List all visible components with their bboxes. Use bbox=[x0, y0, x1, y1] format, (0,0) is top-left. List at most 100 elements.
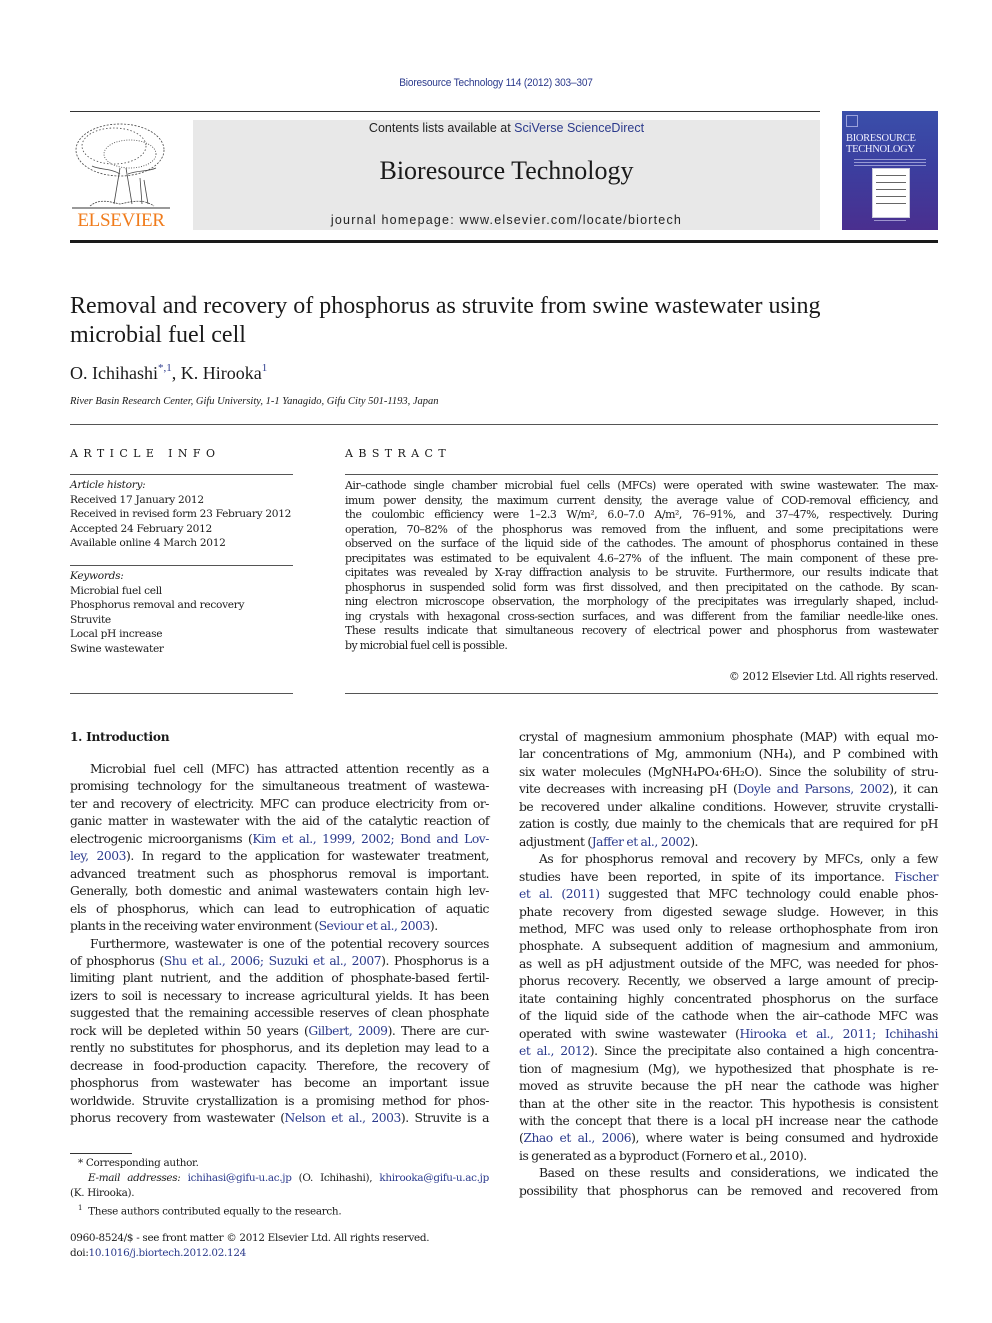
history-item: Accepted 24 February 2012 bbox=[70, 522, 212, 535]
email-addresses-line: E-mail addresses: ichihasi@gifu-u.ac.jp … bbox=[70, 1171, 489, 1186]
text-segment: studies have been reported, in spite of … bbox=[519, 869, 895, 884]
doi-line: doi:10.1016/j.biortech.2012.02.124 bbox=[70, 1246, 429, 1261]
contents-prefix: Contents lists available at bbox=[368, 121, 515, 135]
citation-link[interactable]: Fischer bbox=[894, 870, 938, 884]
abstract-line: operation, 70–82% of the phosphorus was … bbox=[345, 522, 938, 536]
keyword-item: Local pH increase bbox=[70, 628, 163, 640]
history-item: Received 17 January 2012 bbox=[70, 493, 204, 506]
text-line: limiting plant nutrient, and the additio… bbox=[70, 971, 489, 986]
cover-figure-icon bbox=[872, 168, 910, 218]
text-segment: vite decreases with increasing pH ( bbox=[519, 782, 738, 797]
text-line: zation is costly, due mainly to the chem… bbox=[519, 817, 938, 832]
keyword-item: Swine wastewater bbox=[70, 642, 164, 655]
citation-link[interactable]: Gilbert, 2009 bbox=[308, 1024, 388, 1038]
abstract-body: Air–cathode single chamber microbial fue… bbox=[345, 479, 938, 653]
text-line: izers to soil is necessary to increase a… bbox=[70, 988, 489, 1003]
running-head-citation[interactable]: Bioresource Technology 114 (2012) 303–30… bbox=[40, 77, 953, 89]
text-segment: ). In regard to the application for wast… bbox=[126, 849, 489, 864]
front-matter: 0960-8524/$ - see front matter © 2012 El… bbox=[70, 1231, 430, 1261]
text-line: (Zhao et al., 2006), where water is bein… bbox=[519, 1130, 938, 1147]
author-marks[interactable]: 1 bbox=[262, 362, 268, 374]
text-line: method, MFC was used only to release ort… bbox=[519, 921, 938, 936]
text-line: itate containing highly concentrated pho… bbox=[519, 991, 938, 1006]
cover-text-line bbox=[854, 162, 926, 163]
text-line: tion of magnesium (Mg), we hypothesized … bbox=[519, 1061, 938, 1076]
cover-publisher-badge-icon bbox=[846, 115, 858, 127]
abstract-line: ing crystals with hexagonal cross-sectio… bbox=[345, 609, 938, 623]
text-line: of the liquid side of the cathode when t… bbox=[519, 1009, 938, 1024]
text-segment: operated with swine wastewater ( bbox=[519, 1026, 740, 1041]
abstract-rule bbox=[345, 693, 938, 694]
author-separator: , bbox=[171, 363, 181, 383]
text-segment: plants in the receiving water environmen… bbox=[70, 919, 319, 934]
text-line: phosphate. A subsequent addition of magn… bbox=[519, 939, 938, 954]
article-info-heading: ARTICLE INFO bbox=[70, 447, 221, 460]
abstract-line: Air–cathode single chamber microbial fue… bbox=[345, 479, 938, 492]
citation-link[interactable]: Zhao et al., 2006 bbox=[523, 1131, 631, 1145]
article-info-rule bbox=[70, 474, 293, 475]
article-title: Removal and recovery of phosphorus as st… bbox=[70, 292, 930, 350]
equal-contribution-note: 1 These authors contributed equally to t… bbox=[70, 1201, 489, 1219]
journal-homepage[interactable]: journal homepage: www.elsevier.com/locat… bbox=[193, 213, 820, 227]
text-segment: ). bbox=[429, 919, 438, 934]
text-line: els of phosphorus, which can lead to eut… bbox=[70, 901, 489, 916]
sciencedirect-link[interactable]: SciVerse ScienceDirect bbox=[514, 121, 644, 135]
author-marks[interactable]: *,1 bbox=[158, 362, 172, 374]
cover-text-line bbox=[854, 165, 926, 166]
text-line: than at the other site in the reactor. T… bbox=[519, 1096, 938, 1111]
text-line: Based on these results and consideration… bbox=[539, 1166, 938, 1181]
keyword-item: Microbial fuel cell bbox=[70, 584, 162, 597]
author-list: O. Ichihashi*,1, K. Hirooka1 bbox=[70, 362, 267, 384]
text-line: crystal of magnesium ammonium phosphate … bbox=[519, 730, 938, 744]
email-link-ichihashi[interactable]: ichihasi@gifu-u.ac.jp bbox=[188, 1172, 292, 1184]
article-info-rule bbox=[70, 693, 293, 694]
text-line: possibility that phosphorus can be remov… bbox=[519, 1183, 938, 1198]
citation-link[interactable]: Seviour et al., 2003 bbox=[319, 919, 431, 933]
abstract-rule bbox=[345, 474, 938, 475]
abstract-line: imum power density, the maximum current … bbox=[345, 493, 938, 507]
issn-line: 0960-8524/$ - see front matter © 2012 El… bbox=[70, 1232, 430, 1244]
citation-link[interactable]: Kim et al., 1999, 2002; Bond and Lov- bbox=[252, 832, 489, 846]
citation-link[interactable]: Jaffer et al., 2002 bbox=[592, 835, 691, 849]
text-line: et al. (2011) suggested that MFC technol… bbox=[519, 886, 938, 903]
citation-link[interactable]: ley, 2003 bbox=[70, 849, 126, 863]
doi-label: doi: bbox=[70, 1246, 89, 1259]
journal-cover-thumbnail[interactable]: BIORESOURCE TECHNOLOGY bbox=[842, 111, 938, 230]
cover-title-line1: BIORESOURCE bbox=[846, 133, 916, 144]
history-item: Received in revised form 23 February 201… bbox=[70, 508, 292, 520]
citation-link[interactable]: Doyle and Parsons, 2002 bbox=[737, 782, 889, 796]
text-line: moved as struvite because the pH near th… bbox=[519, 1079, 938, 1094]
doi-link[interactable]: 10.1016/j.biortech.2012.02.124 bbox=[89, 1247, 247, 1259]
text-line: as well as pH adjustment outside of the … bbox=[519, 956, 938, 971]
article-info-rule bbox=[70, 565, 293, 566]
keywords-list: Keywords: Microbial fuel cell Phosphorus… bbox=[70, 569, 244, 656]
abstract-line: cipitates was revealed by X-ray diffract… bbox=[345, 566, 938, 579]
text-line: electrogenic microorganisms (Kim et al.,… bbox=[70, 831, 489, 848]
citation-link[interactable]: Nelson et al., 2003 bbox=[285, 1111, 402, 1125]
keywords-label: Keywords: bbox=[70, 570, 124, 582]
abstract-line: by microbial fuel cell is possible. bbox=[345, 638, 508, 652]
author-name: O. Ichihashi bbox=[70, 363, 158, 383]
text-segment: adjustment ( bbox=[519, 834, 592, 849]
citation-link[interactable]: et al., 2012 bbox=[519, 1044, 590, 1058]
body-column-left: 1. Introduction Microbial fuel cell (MFC… bbox=[70, 730, 489, 1128]
history-item: Available online 4 March 2012 bbox=[70, 537, 226, 549]
text-line: ter and recovery of electricity. MFC can… bbox=[70, 796, 489, 811]
cover-text-line bbox=[874, 220, 906, 221]
footnotes: * Corresponding author. E-mail addresses… bbox=[70, 1156, 489, 1219]
citation-link[interactable]: et al. (2011) bbox=[519, 887, 600, 901]
body-column-right: crystal of magnesium ammonium phosphate … bbox=[519, 729, 938, 1200]
text-line: advanced treatment such as phosphorus re… bbox=[70, 866, 489, 881]
title-block-rule bbox=[70, 424, 938, 425]
masthead-bottom-rule bbox=[70, 240, 938, 243]
elsevier-wordmark: ELSEVIER bbox=[77, 210, 165, 231]
text-line: decrease in food-production capacity. Th… bbox=[70, 1058, 489, 1073]
text-line: phorus recovery from wastewater (Nelson … bbox=[70, 1110, 489, 1127]
article-title-line2: microbial fuel cell bbox=[70, 322, 246, 348]
citation-link[interactable]: Shu et al., 2006; Suzuki et al., 2007 bbox=[164, 954, 382, 968]
citation-link[interactable]: Hirooka et al., 2011; Ichihashi bbox=[739, 1027, 938, 1041]
text-segment: ). Since the precipitate also contained … bbox=[589, 1044, 939, 1059]
email-owner: (K. Hirooka). bbox=[70, 1187, 135, 1199]
email-link-hirooka[interactable]: khirooka@gifu-u.ac.jp bbox=[379, 1172, 489, 1184]
text-line: with the concept that there is a local p… bbox=[519, 1113, 938, 1128]
